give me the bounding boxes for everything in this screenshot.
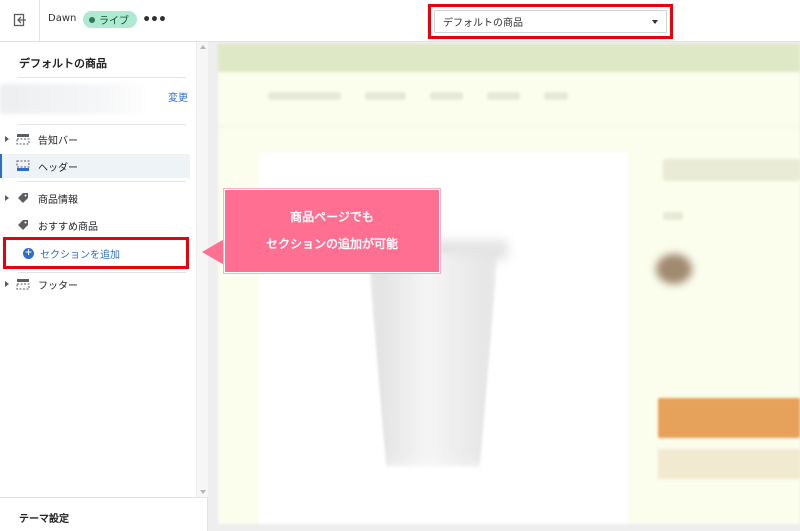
sidebar-title: デフォルトの商品 xyxy=(19,57,107,70)
theme-name: Dawn xyxy=(48,13,77,24)
editor-topbar: Dawn ライブ ••• デフォルトの商品 xyxy=(0,0,800,42)
preview-announcement-bar xyxy=(218,44,800,72)
live-status-badge: ライブ xyxy=(83,11,137,28)
preview-color-swatch xyxy=(656,254,692,284)
exit-icon xyxy=(13,12,27,31)
expand-arrow-icon[interactable] xyxy=(0,195,14,201)
expand-arrow-icon[interactable] xyxy=(0,136,14,142)
template-select-value: デフォルトの商品 xyxy=(443,18,523,29)
footer-icon xyxy=(14,277,32,291)
scroll-down-arrow-icon[interactable] xyxy=(200,490,206,494)
sidebar-item-label: 告知バー xyxy=(38,135,78,147)
add-section-label: セクションを追加 xyxy=(40,249,120,261)
change-template-link[interactable]: 変更 xyxy=(168,89,188,104)
preview-product-text xyxy=(663,212,683,220)
template-select-highlight: デフォルトの商品 xyxy=(428,4,673,39)
callout-line-2: セクションの追加が可能 xyxy=(265,237,398,251)
preview-product-title xyxy=(663,159,800,181)
preview-secondary-block xyxy=(658,449,800,479)
preview-nav xyxy=(268,92,568,102)
callout-pointer xyxy=(202,238,226,266)
sidebar-item-recommended-products[interactable]: おすすめ商品 xyxy=(0,213,190,237)
store-preview[interactable] xyxy=(218,44,800,524)
sidebar-item-footer[interactable]: フッター xyxy=(0,272,190,296)
preview-buy-button xyxy=(658,398,800,438)
header-icon xyxy=(14,159,32,173)
theme-settings-label: テーマ設定 xyxy=(19,514,69,525)
sidebar-item-label: フッター xyxy=(38,280,78,292)
plus-circle-icon: + xyxy=(23,247,34,259)
sidebar-item-label: おすすめ商品 xyxy=(38,221,98,233)
expand-arrow-icon[interactable] xyxy=(0,281,14,287)
more-icon: ••• xyxy=(142,12,167,28)
tag-icon xyxy=(14,218,32,232)
preview-area xyxy=(208,42,800,531)
preview-divider xyxy=(218,126,800,127)
theme-settings-bar[interactable]: テーマ設定 xyxy=(0,497,208,531)
announcement-bar-icon xyxy=(14,132,32,146)
live-badge-label: ライブ xyxy=(99,16,129,27)
sidebar-scrollbar[interactable] xyxy=(196,42,208,497)
add-section-button[interactable]: + セクションを追加 xyxy=(3,237,189,269)
sidebar-item-label: ヘッダー xyxy=(38,162,78,174)
callout-line-1: 商品ページでも xyxy=(290,210,374,224)
template-select[interactable]: デフォルトの商品 xyxy=(434,10,667,33)
annotation-callout: 商品ページでも セクションの追加が可能 xyxy=(224,189,440,273)
scroll-up-arrow-icon[interactable] xyxy=(200,45,206,49)
sidebar-item-announcement-bar[interactable]: 告知バー xyxy=(0,127,190,151)
sidebar-item-header[interactable]: ヘッダー xyxy=(0,154,190,178)
exit-button[interactable] xyxy=(0,0,40,42)
sidebar-divider xyxy=(18,181,186,182)
sections-sidebar: デフォルトの商品 変更 告知バー ヘッダー 商品情報 おすすめ商品 + セクショ… xyxy=(0,42,208,531)
blurred-template-info xyxy=(0,84,150,114)
caret-down-icon xyxy=(652,19,658,24)
sidebar-item-product-info[interactable]: 商品情報 xyxy=(0,186,190,210)
sidebar-divider xyxy=(18,77,186,78)
sidebar-item-label: 商品情報 xyxy=(38,194,78,206)
more-actions-button[interactable]: ••• xyxy=(142,10,167,30)
cup-image xyxy=(368,252,498,467)
sidebar-divider xyxy=(18,124,186,125)
live-dot-icon xyxy=(89,16,95,23)
tag-icon xyxy=(14,191,32,205)
